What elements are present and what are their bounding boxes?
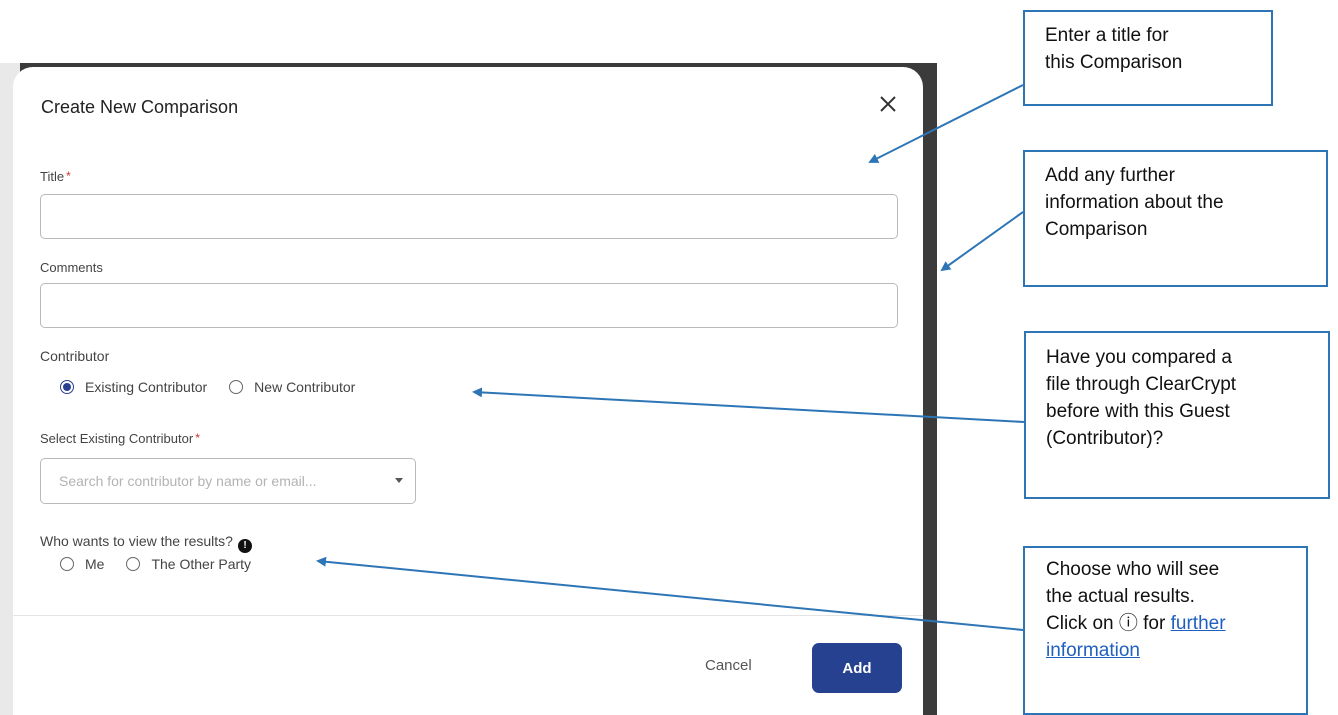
arrow-comments xyxy=(940,211,1024,272)
callout-arrows xyxy=(316,84,1025,631)
arrow-viewer xyxy=(316,556,1024,631)
arrow-title xyxy=(868,84,1024,163)
arrow-contributor xyxy=(472,387,1025,423)
